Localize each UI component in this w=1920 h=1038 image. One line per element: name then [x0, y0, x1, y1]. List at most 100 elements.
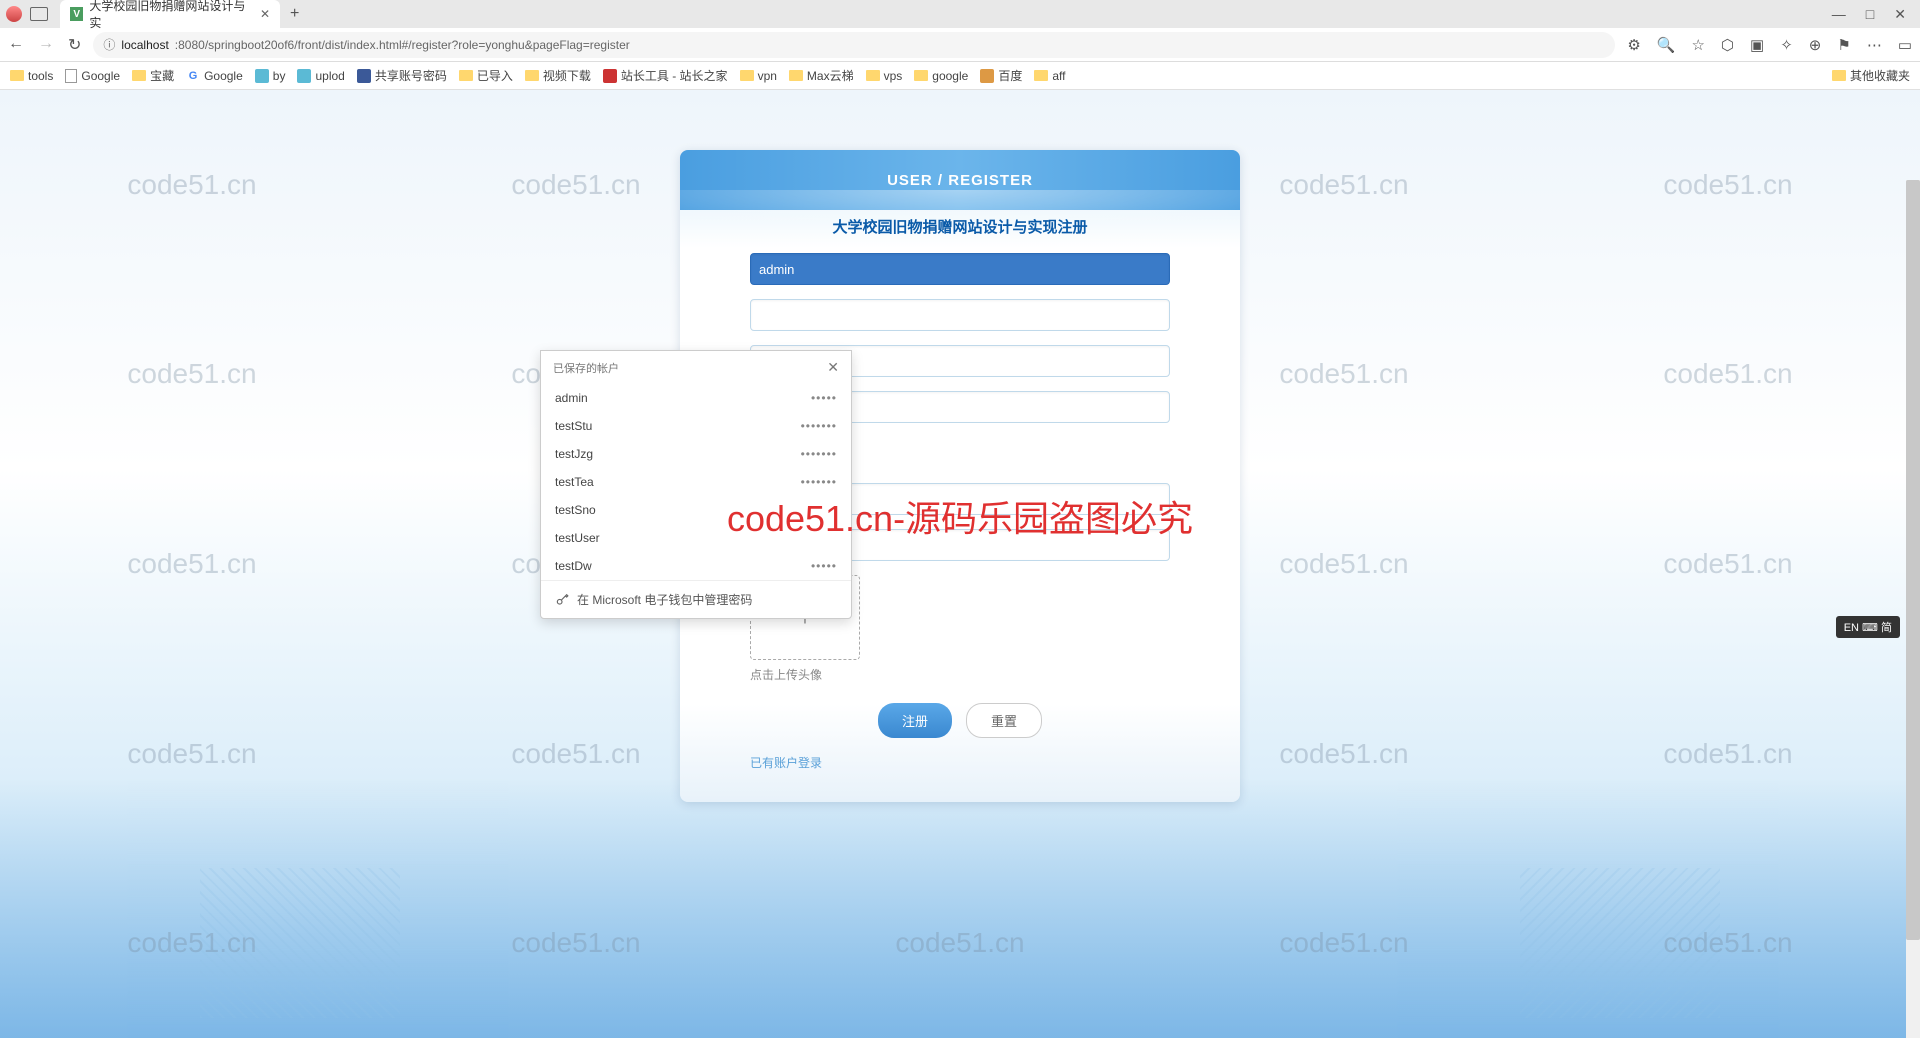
folder-icon — [1034, 70, 1048, 81]
autofill-item[interactable]: admin••••• — [541, 384, 851, 412]
password-autofill-dropdown: 已保存的帐户 ✕ admin••••• testStu ••••••• testJzg… — [540, 350, 852, 619]
header-title-cn: 大学校园旧物捐赠网站设计与实现注册 — [680, 216, 1240, 237]
title-bar: V 大学校园旧物捐赠网站设计与实 ✕ + — □ ✕ — [0, 0, 1920, 28]
bookmark-label: 宝藏 — [150, 67, 174, 84]
scrollbar-thumb[interactable] — [1906, 180, 1920, 940]
autofill-username: testTea — [555, 475, 594, 489]
back-button[interactable]: ← — [8, 35, 24, 55]
close-window-button[interactable]: ✕ — [1894, 6, 1906, 23]
bookmark-item[interactable]: by — [255, 69, 286, 83]
google-icon: G — [186, 69, 200, 83]
bookmark-label: google — [932, 69, 968, 83]
folder-icon — [914, 70, 928, 81]
autofill-header: 已保存的帐户 ✕ — [541, 351, 851, 384]
browser-tab[interactable]: V 大学校园旧物捐赠网站设计与实 ✕ — [60, 0, 280, 28]
folder-icon — [10, 70, 24, 81]
bookmark-label: uplod — [315, 69, 344, 83]
favicon-icon: V — [70, 7, 83, 21]
autofill-item[interactable]: testSno — [541, 496, 851, 524]
toolbar-icon[interactable]: ⚙ — [1627, 36, 1640, 54]
url-path: :8080/springboot20of6/front/dist/index.h… — [175, 38, 630, 52]
autofill-list[interactable]: admin•••••testStu•••••••testJzg•••••••te… — [541, 384, 851, 580]
bookmark-item[interactable]: G Google — [186, 69, 243, 83]
autofill-password-dots: ••••••• — [801, 419, 837, 433]
bookmarks-bar: tools Google 宝藏 G Google by uplod 共享账号密码 已导入 视频下载… — [0, 62, 1920, 90]
bookmark-item[interactable]: Max云梯 — [789, 67, 854, 84]
bookmark-label: 已导入 — [477, 67, 513, 84]
new-tab-button[interactable]: + — [290, 5, 299, 23]
other-bookmarks[interactable]: 其他收藏夹 — [1832, 67, 1910, 84]
toolbar-icon[interactable]: ⬡ — [1721, 36, 1734, 54]
bookmark-label: 其他收藏夹 — [1850, 67, 1910, 84]
bookmark-item[interactable]: 百度 — [980, 67, 1022, 84]
bookmark-label: tools — [28, 69, 53, 83]
watermark-text: code51.cn — [0, 469, 384, 659]
autofill-item[interactable]: testUser — [541, 524, 851, 552]
watermark-text: code51.cn — [0, 280, 384, 470]
password-input[interactable] — [750, 299, 1170, 331]
bookmark-label: Google — [204, 69, 243, 83]
profile-avatar[interactable] — [6, 6, 22, 22]
bookmark-item[interactable]: 站长工具 - 站长之家 — [603, 67, 728, 84]
toolbar-icon[interactable]: ⚑ — [1837, 36, 1850, 54]
reload-button[interactable]: ↻ — [68, 35, 81, 55]
bookmark-item[interactable]: vps — [866, 69, 903, 83]
bookmark-label: 视频下载 — [543, 67, 591, 84]
favorite-icon[interactable]: ☆ — [1691, 36, 1704, 54]
menu-icon[interactable]: ⋯ — [1867, 36, 1882, 54]
header-title-en: USER / REGISTER — [887, 172, 1033, 189]
autofill-username: admin — [555, 391, 588, 405]
reset-button[interactable]: 重置 — [966, 703, 1042, 738]
bookmark-item[interactable]: 共享账号密码 — [357, 67, 447, 84]
site-icon — [255, 69, 269, 83]
address-bar: ← → ↻ ⓘ localhost :8080/springboot20of6/f… — [0, 28, 1920, 62]
submit-button[interactable]: 注册 — [878, 703, 952, 738]
autofill-username: testJzg — [555, 447, 593, 461]
toolbar-icon[interactable]: ✧ — [1780, 36, 1793, 54]
autofill-username: testUser — [555, 531, 600, 545]
bookmark-item[interactable]: uplod — [297, 69, 344, 83]
folder-icon — [740, 70, 754, 81]
autofill-username: testStu — [555, 419, 592, 433]
toolbar-icon[interactable]: 🔍 — [1657, 36, 1676, 54]
url-input[interactable]: ⓘ localhost :8080/springboot20of6/front/d… — [93, 32, 1615, 58]
toolbar-icon[interactable]: ▭ — [1898, 36, 1912, 54]
url-host: localhost — [121, 38, 168, 52]
autofill-item[interactable]: testTea••••••• — [541, 468, 851, 496]
tabs-overview-icon[interactable] — [30, 7, 48, 21]
forward-button[interactable]: → — [38, 35, 54, 55]
close-tab-icon[interactable]: ✕ — [260, 7, 270, 21]
bookmark-item[interactable]: vpn — [740, 69, 777, 83]
close-autofill-icon[interactable]: ✕ — [827, 359, 839, 376]
key-icon — [555, 593, 569, 607]
bookmark-item[interactable]: tools — [10, 69, 53, 83]
bookmark-item[interactable]: 宝藏 — [132, 67, 174, 84]
bookmark-item[interactable]: 已导入 — [459, 67, 513, 84]
folder-icon — [459, 70, 473, 81]
autofill-item[interactable]: testStu ••••••• — [541, 412, 851, 440]
site-info-icon[interactable]: ⓘ — [103, 36, 115, 53]
toolbar-icons: ⚙ 🔍 ☆ ⬡ ▣ ✧ ⊕ ⚑ ⋯ ▭ — [1627, 36, 1912, 54]
folder-icon — [132, 70, 146, 81]
folder-icon — [525, 70, 539, 81]
bookmark-item[interactable]: google — [914, 69, 968, 83]
bookmark-item[interactable]: Google — [65, 69, 120, 83]
bookmark-item[interactable]: 视频下载 — [525, 67, 591, 84]
minimize-button[interactable]: — — [1832, 6, 1846, 23]
bookmark-label: Google — [81, 69, 120, 83]
autofill-item[interactable]: testDw••••• — [541, 552, 851, 580]
page-content: code51.cncode51.cncode51.cncode51.cncode… — [0, 90, 1920, 1038]
collections-icon[interactable]: ⊕ — [1809, 36, 1822, 54]
ime-indicator[interactable]: EN ⌨ 简 — [1836, 616, 1900, 638]
folder-icon — [1832, 70, 1846, 81]
toolbar-icon[interactable]: ▣ — [1750, 36, 1764, 54]
autofill-item[interactable]: testJzg••••••• — [541, 440, 851, 468]
manage-passwords-link[interactable]: 在 Microsoft 电子钱包中管理密码 — [541, 580, 851, 618]
vertical-scrollbar[interactable] — [1906, 180, 1920, 1038]
bookmark-item[interactable]: aff — [1034, 69, 1065, 83]
bookmark-label: vps — [884, 69, 903, 83]
username-input[interactable] — [750, 253, 1170, 285]
maximize-button[interactable]: □ — [1866, 6, 1874, 23]
login-link[interactable]: 已有账户登录 — [750, 754, 822, 771]
site-icon — [297, 69, 311, 83]
